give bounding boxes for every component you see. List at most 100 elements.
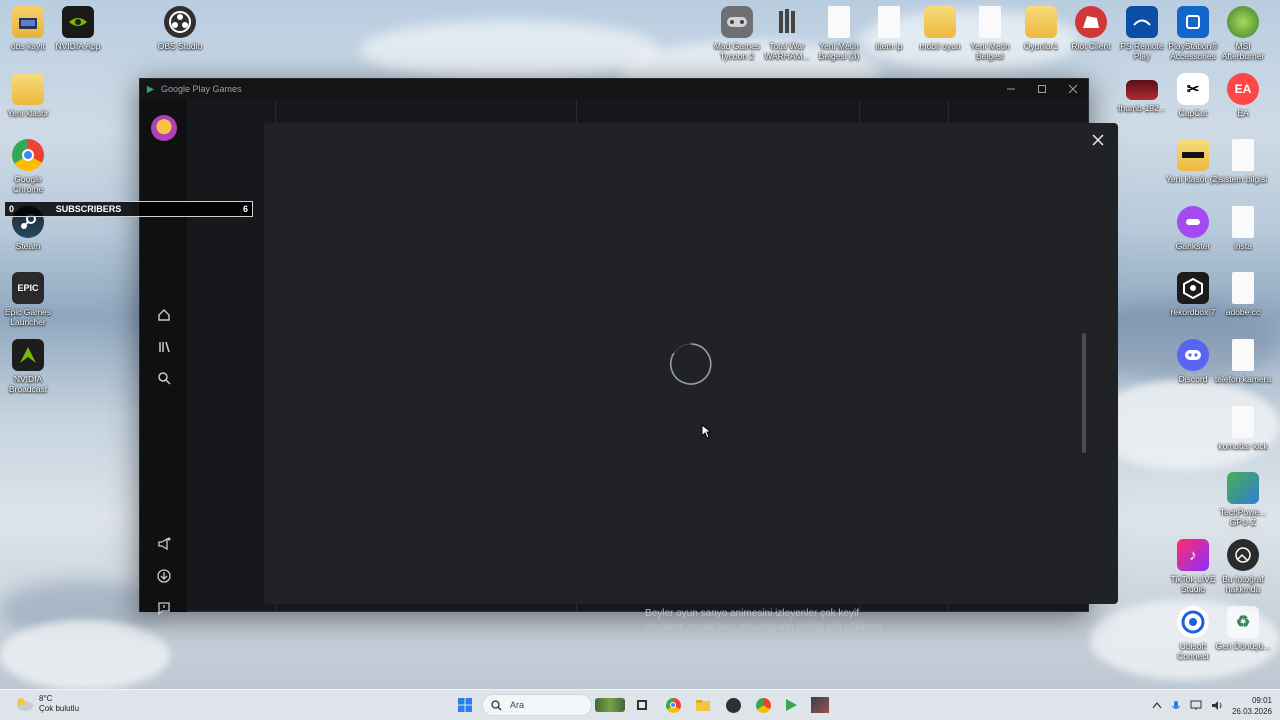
image-file-icon	[1126, 80, 1158, 100]
sidebar-item-library[interactable]	[151, 334, 177, 360]
windows-start-icon	[458, 698, 472, 712]
search-icon	[491, 699, 502, 710]
desktop-icon-ea[interactable]: EA EA	[1214, 73, 1272, 118]
ubisoft-icon	[1177, 606, 1209, 638]
sidebar-item-downloads[interactable]	[151, 563, 177, 589]
loading-modal	[264, 123, 1118, 604]
close-icon	[1068, 84, 1077, 94]
search-placeholder: Ara	[510, 700, 525, 710]
window-controls	[995, 79, 1088, 99]
epic-icon: EPIC	[12, 272, 44, 304]
desktop-icon-photo-info[interactable]: Bu fotoğraf hakkında	[1214, 539, 1272, 594]
network-icon[interactable]	[1190, 700, 1202, 711]
subscribers-left-count: 0	[9, 204, 15, 214]
obs-icon	[164, 6, 196, 38]
desktop-icon-iltem-ip[interactable]: iltem ip	[860, 6, 918, 51]
desktop-icon-nvidia-app[interactable]: NVIDIA App	[49, 6, 107, 51]
taskbar-clock[interactable]: 09:01 26.03.2026	[1232, 695, 1272, 717]
desktop-icon-google-chrome[interactable]: Google Chrome	[0, 139, 57, 194]
recycle-bin-icon: ♻	[1227, 606, 1259, 638]
desktop-icon-label: Total War WARHAM...	[764, 41, 810, 61]
text-file-icon	[878, 6, 900, 38]
minimize-button[interactable]	[995, 79, 1026, 99]
desktop-icon-yeni-klasor[interactable]: Yeni klasör	[0, 73, 57, 118]
desktop-icon-label: obs kayıt	[10, 41, 46, 51]
desktop-icon-insta[interactable]: insta	[1214, 206, 1272, 251]
desktop-icon-nvidia-broadcast[interactable]: NVIDIA Broadcast	[0, 339, 57, 394]
warhammer-icon	[771, 6, 803, 38]
taskbar-app-game[interactable]	[810, 695, 830, 715]
minimize-icon	[1006, 88, 1015, 90]
microphone-icon[interactable]	[1171, 700, 1181, 712]
desktop-icon-label: Google Chrome	[12, 174, 44, 194]
weather-widget[interactable]: 8°C Çok bulutlu	[14, 694, 79, 714]
desktop-icon-thumb[interactable]: thumb-192...	[1113, 80, 1171, 113]
folder-icon	[696, 700, 710, 711]
taskbar-app-chrome[interactable]	[663, 695, 683, 715]
tray-overflow-button[interactable]	[1152, 701, 1162, 711]
taskbar-app-obs[interactable]	[723, 695, 743, 715]
desktop-icon-label: OBS Studio	[157, 41, 203, 51]
sidebar-item-announcements[interactable]	[151, 531, 177, 557]
msi-icon	[1227, 6, 1259, 38]
subscribers-label: SUBSCRIBERS	[55, 204, 122, 214]
text-file-icon	[1232, 406, 1254, 438]
desktop-icon-msi-afterburner[interactable]: MSI Afterburner	[1214, 6, 1272, 61]
megaphone-icon	[158, 537, 171, 551]
desktop-icon-yeni-metin[interactable]: Yeni Metin Belgesi	[961, 6, 1019, 61]
volume-icon[interactable]	[1211, 700, 1223, 711]
folder-icon	[924, 6, 956, 38]
desktop-icon-total-war[interactable]: Total War WARHAM...	[758, 6, 816, 61]
taskbar-app-chrome-profile[interactable]	[753, 695, 773, 715]
desktop-icon-label: rekordbox 7	[1170, 307, 1216, 317]
dune	[0, 620, 170, 690]
discord-icon	[1177, 339, 1209, 371]
desktop-icon-riot-client[interactable]: Riot Client	[1062, 6, 1120, 51]
library-icon	[159, 341, 170, 353]
desktop-icon-label: Yeni klasör (2)	[1165, 174, 1221, 184]
desktop-icon-label: adobe cc	[1225, 307, 1261, 317]
taskbar-app-task-view[interactable]	[632, 695, 652, 715]
desktop-icon-sistem-bilgisi[interactable]: sistem bilgisi	[1214, 139, 1272, 184]
cloud	[360, 20, 660, 80]
desktop-icon-label: Yeni Metin Belgesi	[970, 41, 1010, 61]
text-file-icon	[979, 6, 1001, 38]
desktop-icon-label: iltem ip	[875, 41, 903, 51]
desktop-icon-label: PS Remote Play	[1120, 41, 1164, 61]
weather-description: Çok bulutlu	[39, 704, 80, 713]
content-scrollbar[interactable]	[1082, 333, 1086, 453]
photo-info-icon	[1227, 539, 1259, 571]
maximize-button[interactable]	[1026, 79, 1057, 99]
modal-close-button[interactable]	[1089, 131, 1107, 149]
desktop-icon-label: insta	[1234, 241, 1252, 251]
desktop-icon-label: Geri Dönüşü...	[1215, 641, 1271, 651]
desktop-icon-telefon-kamera[interactable]: telefon kamera	[1214, 339, 1272, 384]
text-file-icon	[1232, 272, 1254, 304]
mouse-cursor-icon	[701, 424, 711, 439]
profile-avatar[interactable]	[151, 115, 177, 141]
close-window-button[interactable]	[1057, 79, 1088, 99]
sidebar-item-search[interactable]	[151, 365, 177, 391]
start-button[interactable]	[455, 695, 475, 715]
sidebar-item-feedback[interactable]	[151, 595, 177, 621]
desktop-icon-gpuz[interactable]: TechPowe... GPU-Z	[1214, 472, 1272, 527]
desktop-icon-komutlar-kick[interactable]: komutlar kick	[1214, 406, 1272, 451]
window-titlebar[interactable]: Google Play Games	[140, 79, 1088, 99]
ps-remote-icon	[1126, 6, 1158, 38]
desktop-icon-ps-remote[interactable]: PS Remote Play	[1113, 6, 1171, 61]
desktop-icon-adobe-cc[interactable]: adobe cc	[1214, 272, 1272, 317]
desktop-icon-label: komutlar kick	[1218, 441, 1268, 451]
taskbar-app-file-explorer[interactable]	[693, 695, 713, 715]
sidebar-item-home[interactable]	[151, 302, 177, 328]
taskbar-widget-thumbnail[interactable]	[594, 695, 626, 715]
desktop-icon-recycle-bin[interactable]: ♻ Geri Dönüşü...	[1214, 606, 1272, 651]
desktop-icon-obs-studio[interactable]: OBS Studio	[151, 6, 209, 51]
taskbar-app-play-games[interactable]	[781, 695, 801, 715]
home-icon	[158, 309, 170, 321]
taskbar-search[interactable]: Ara	[482, 694, 592, 716]
text-file-icon	[828, 6, 850, 38]
folder-icon	[12, 6, 44, 38]
desktop-icon-epic-games[interactable]: EPIC Epic Games Launcher	[0, 272, 57, 327]
description-line: Beyler oyun sanyo animesini izleyenler ç…	[645, 608, 859, 619]
gankster-icon	[1177, 206, 1209, 238]
